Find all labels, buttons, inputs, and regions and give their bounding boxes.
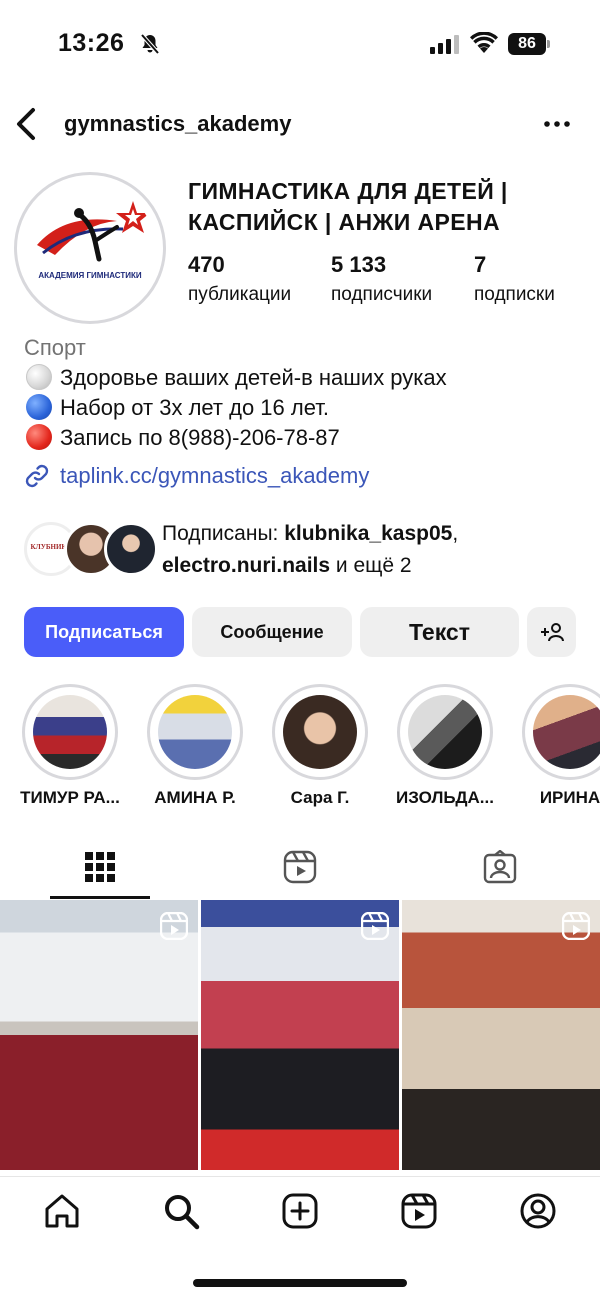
white-circle-icon: [26, 364, 52, 390]
mutual-separator: ,: [452, 522, 459, 545]
profile-username: gymnastics_akademy: [64, 111, 292, 136]
suggested-accounts-button[interactable]: [527, 607, 576, 657]
highlight-cover: [408, 695, 482, 769]
gymnastics-logo-icon: [37, 201, 150, 262]
highlight-item[interactable]: ИЗОЛЬДА...: [396, 684, 497, 814]
mutual-suffix: и ещё 2: [330, 554, 412, 577]
display-name-line-2: КАСПИЙСК | АНЖИ АРЕНА: [188, 209, 500, 235]
following-label: подписки: [474, 284, 555, 305]
highlight-label: ТИМУР РА...: [20, 788, 120, 807]
followers-count[interactable]: 5 133 подписчики: [331, 252, 432, 306]
bio-line-2: Набор от 3х лет до 16 лет.: [24, 393, 584, 423]
followers-label: подписчики: [331, 284, 433, 305]
bio-line-3-text: Запись по 8(988)-206-78-87: [60, 425, 340, 450]
post-thumbnail[interactable]: [201, 900, 399, 1170]
avatar: [104, 522, 158, 576]
bio-line-1-text: Здоровье ваших детей-в наших руках: [60, 365, 447, 390]
posts-label: публикации: [188, 284, 292, 305]
back-arrow-icon[interactable]: [14, 106, 38, 142]
profile-category: Спорт: [24, 335, 86, 360]
highlight-item[interactable]: ИРИНА: [522, 684, 600, 814]
highlight-ring: [397, 684, 493, 780]
reels-nav-icon[interactable]: [399, 1191, 439, 1231]
avatar-logo-text: АКАДЕМИЯ ГИМНАСТИКИ: [38, 271, 142, 280]
post-thumbnail[interactable]: [0, 900, 198, 1170]
link-icon: [25, 464, 49, 488]
battery-level: 86: [508, 33, 546, 55]
add-person-icon: [540, 623, 564, 642]
reel-badge-icon: [562, 912, 590, 940]
highlight-cover: [283, 695, 357, 769]
status-bar: 13:26 86: [0, 0, 600, 90]
mutual-prefix: Подписаны:: [162, 522, 285, 545]
search-icon[interactable]: [161, 1191, 201, 1231]
posts-grid: [0, 900, 600, 1175]
profile-icon[interactable]: [518, 1191, 558, 1231]
following-value: 7: [474, 252, 487, 277]
profile-tabs: [0, 840, 600, 900]
home-indicator[interactable]: [193, 1279, 407, 1287]
message-button[interactable]: Сообщение: [192, 607, 352, 657]
highlight-item[interactable]: ТИМУР РА...: [20, 684, 122, 814]
battery-icon: 86: [508, 33, 550, 55]
status-time: 13:26: [58, 29, 125, 57]
mutual-user-1: klubnika_kasp05: [284, 522, 453, 545]
highlight-item[interactable]: АМИНА Р.: [147, 684, 247, 814]
highlight-cover: [158, 695, 232, 769]
highlight-cover: [33, 695, 107, 769]
posts-value: 470: [188, 252, 225, 277]
highlight-ring: [272, 684, 368, 780]
home-icon[interactable]: [42, 1191, 82, 1231]
tagged-icon[interactable]: [483, 850, 517, 884]
bio-link-text: taplink.cc/gymnastics_akademy: [60, 463, 370, 488]
bio-line-3: Запись по 8(988)-206-78-87: [24, 423, 584, 453]
wifi-icon: [470, 32, 498, 53]
avatar-logo: АКАДЕМИЯ ГИМНАСТИКИ: [25, 183, 155, 313]
highlight-item[interactable]: Сара Г.: [272, 684, 372, 814]
red-circle-icon: [26, 424, 52, 450]
cellular-signal-icon: [430, 35, 459, 54]
mutual-user-2: electro.nuri.nails: [162, 554, 331, 577]
reel-badge-icon: [160, 912, 188, 940]
highlight-ring: [22, 684, 118, 780]
highlight-ring: [147, 684, 243, 780]
more-options-icon[interactable]: [540, 112, 574, 136]
followers-value: 5 133: [331, 252, 387, 277]
bio-line-1: Здоровье ваших детей-в наших руках: [24, 363, 584, 393]
reel-badge-icon: [361, 912, 389, 940]
highlight-cover: [533, 695, 600, 769]
blue-circle-icon: [26, 394, 52, 420]
bell-muted-icon: [140, 33, 160, 55]
bio-line-2-text: Набор от 3х лет до 16 лет.: [60, 395, 329, 420]
highlight-label: ИЗОЛЬДА...: [396, 788, 494, 807]
follow-button[interactable]: Подписаться: [24, 607, 184, 657]
highlight-label: Сара Г.: [290, 788, 350, 807]
following-count[interactable]: 7 подписки: [474, 252, 555, 306]
bottom-navigation: [0, 1176, 600, 1300]
text-button[interactable]: Текст: [360, 607, 519, 657]
post-thumbnail[interactable]: [402, 900, 600, 1170]
mutual-followers-text[interactable]: Подписаны: klubnika_kasp05, electro.nuri…: [162, 518, 582, 582]
display-name-line-1: ГИМНАСТИКА ДЛЯ ДЕТЕЙ |: [188, 178, 508, 204]
mutual-followers-avatars[interactable]: КЛУБНИКА: [24, 522, 158, 578]
posts-count[interactable]: 470 публикации: [188, 252, 291, 306]
grid-icon[interactable]: [83, 850, 117, 884]
bio-link[interactable]: taplink.cc/gymnastics_akademy: [24, 460, 369, 492]
profile-avatar[interactable]: АКАДЕМИЯ ГИМНАСТИКИ: [14, 172, 166, 324]
reels-icon[interactable]: [283, 850, 317, 884]
create-post-icon[interactable]: [280, 1191, 320, 1231]
highlight-label: ИРИНА: [539, 788, 600, 807]
highlight-ring: [522, 684, 600, 780]
highlight-label: АМИНА Р.: [154, 788, 236, 807]
profile-display-name: ГИМНАСТИКА ДЛЯ ДЕТЕЙ | КАСПИЙСК | АНЖИ А…: [188, 176, 588, 238]
active-tab-indicator: [50, 896, 150, 899]
profile-bio: Спорт Здоровье ваших детей-в наших руках…: [24, 333, 584, 453]
